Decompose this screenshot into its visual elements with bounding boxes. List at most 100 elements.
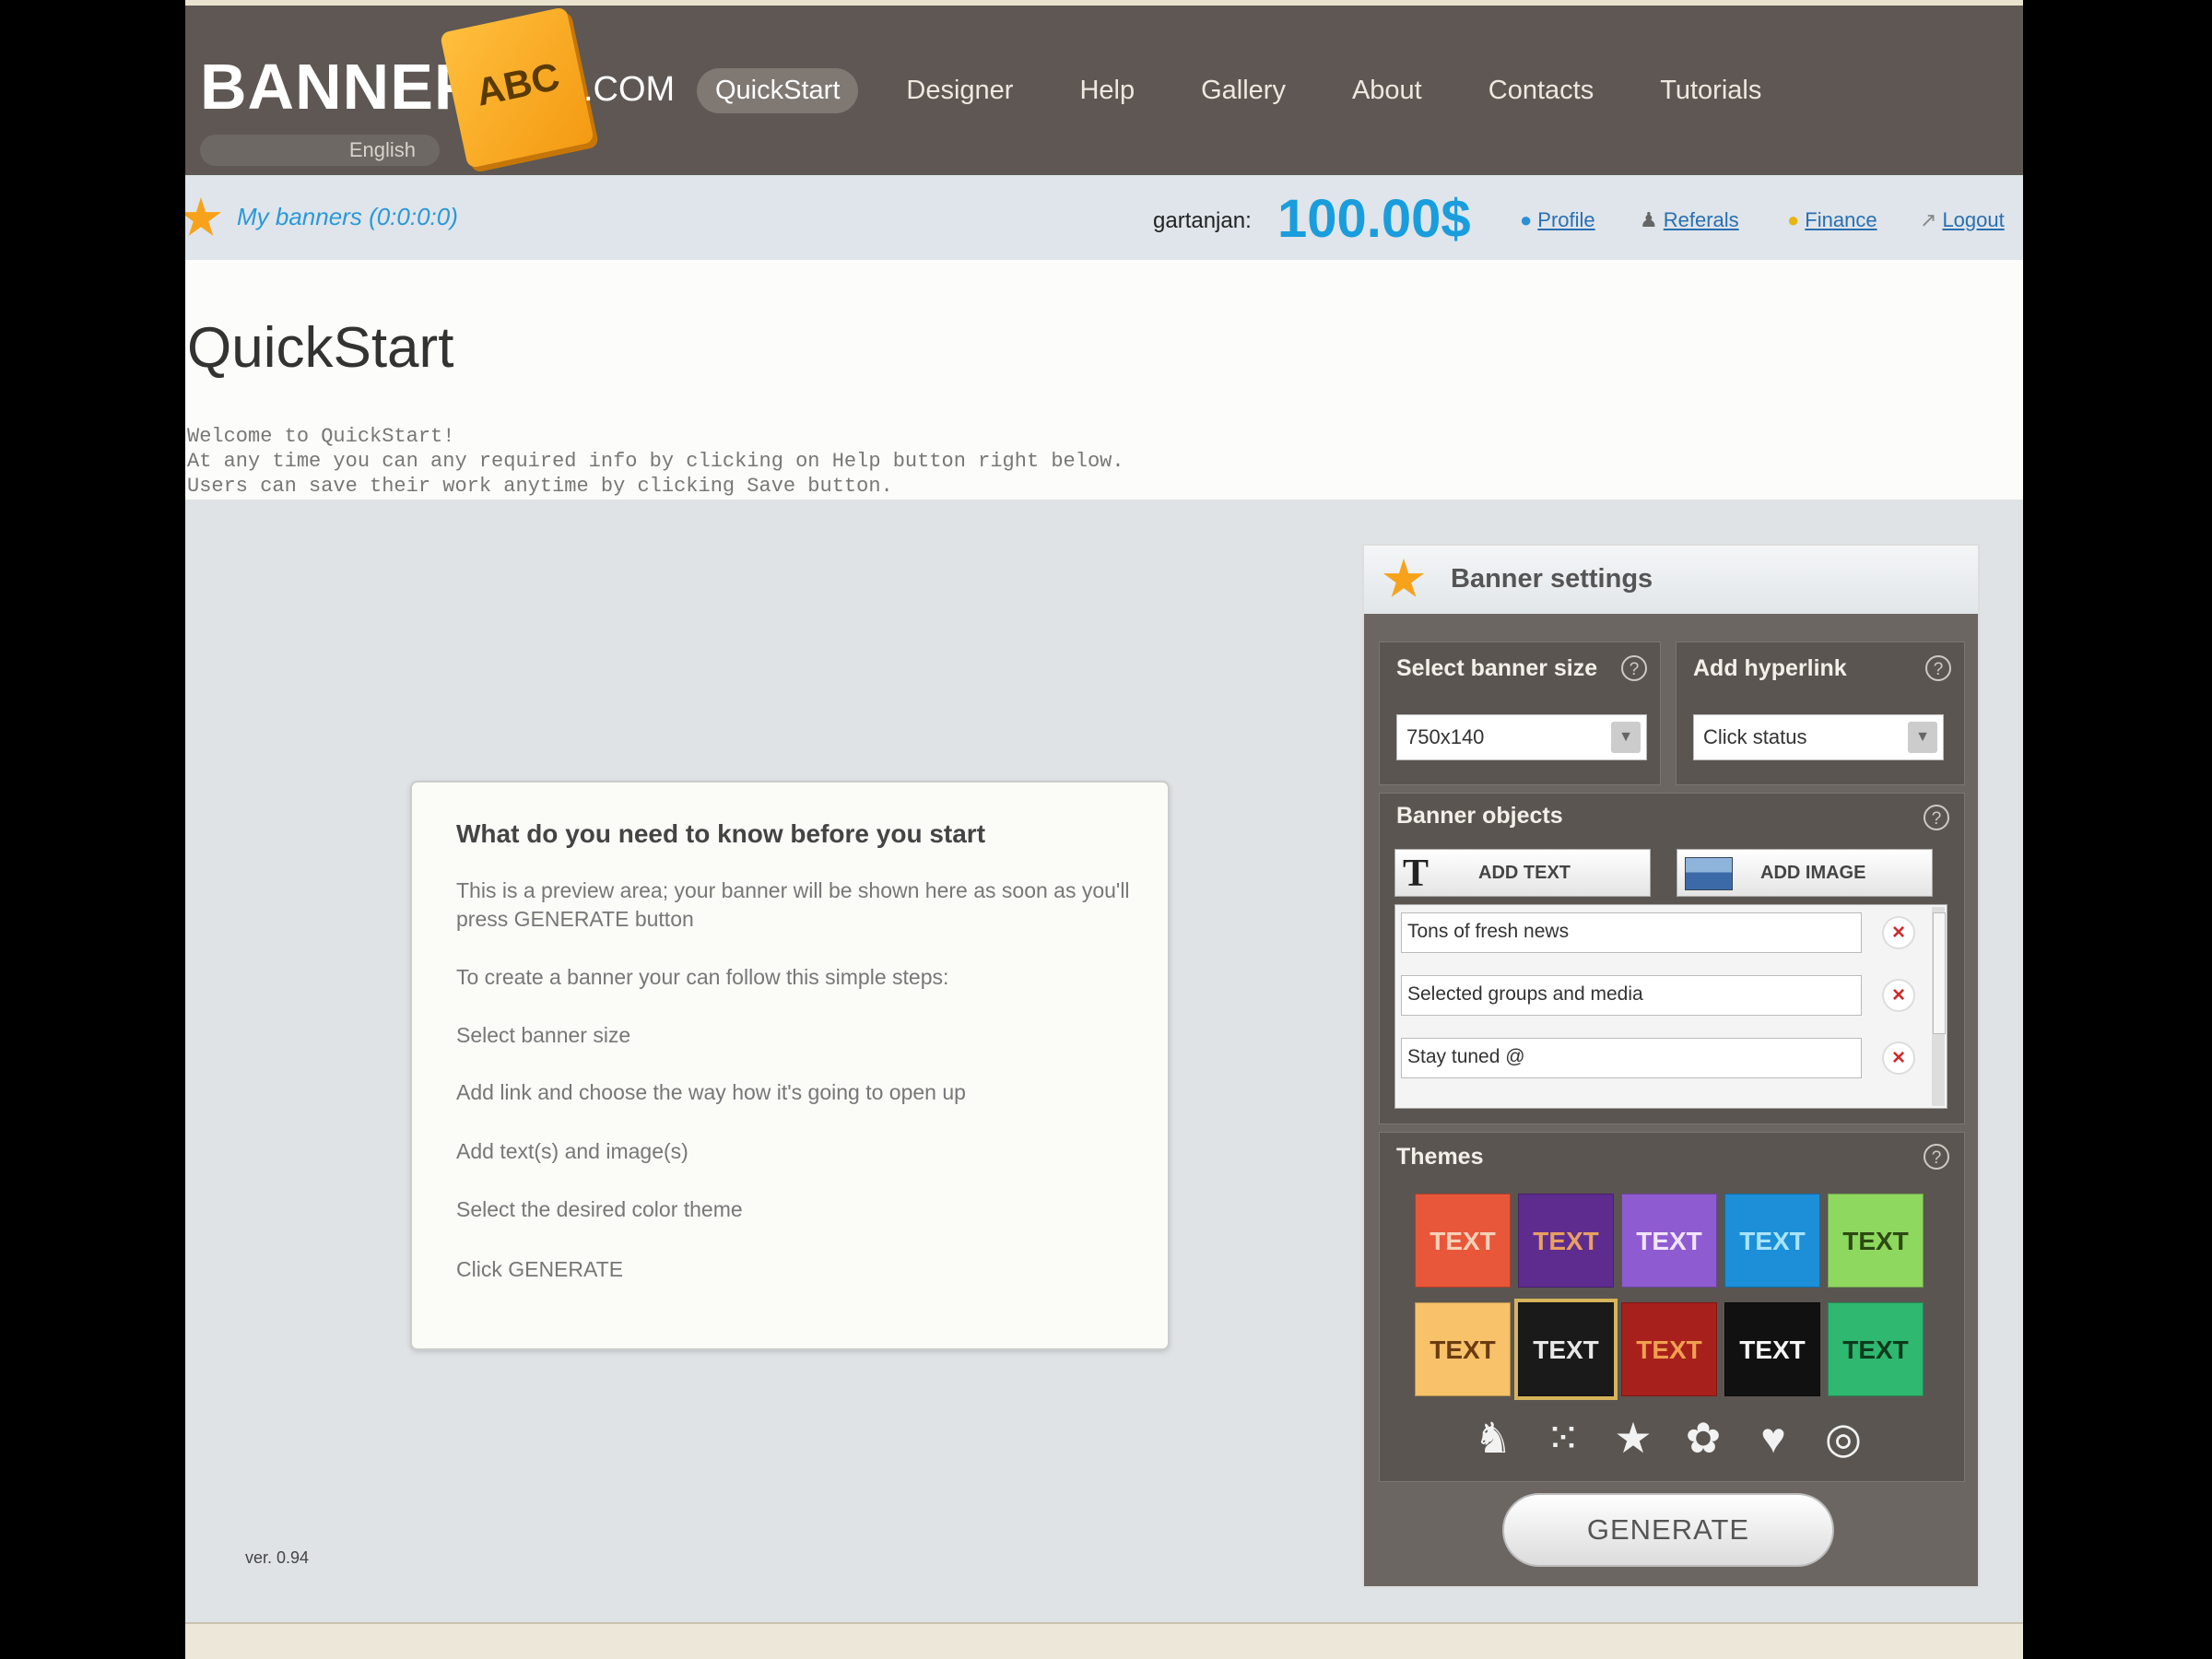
- chevron-down-icon[interactable]: ▼: [1908, 722, 1937, 753]
- theme-swatch[interactable]: TEXT: [1514, 1299, 1618, 1400]
- heart-icon[interactable]: ♥: [1747, 1412, 1799, 1464]
- info-heading: What do you need to know before you star…: [456, 819, 986, 848]
- theme-swatch[interactable]: TEXT: [1518, 1194, 1614, 1288]
- text-icon: T: [1403, 853, 1430, 895]
- figures-icon[interactable]: ♞: [1467, 1412, 1519, 1464]
- flower-icon[interactable]: ✿: [1677, 1412, 1729, 1464]
- banner-size-label: Select banner size: [1396, 655, 1598, 681]
- info-line: Click GENERATE: [456, 1257, 624, 1281]
- coin-icon: ●: [1787, 208, 1800, 231]
- star-icon: [185, 197, 222, 236]
- version-label: ver. 0.94: [245, 1548, 310, 1567]
- finance-link[interactable]: ● Finance: [1787, 208, 1877, 232]
- banner-settings-panel: Banner settings Select banner size ? 750…: [1362, 544, 1980, 1588]
- panel-title: Banner settings: [1451, 564, 1653, 594]
- info-line: To create a banner your can follow this …: [456, 965, 949, 989]
- object-text-input[interactable]: Stay tuned @: [1401, 1038, 1862, 1078]
- theme-swatch[interactable]: TEXT: [1828, 1302, 1924, 1396]
- finance-label: Finance: [1805, 208, 1877, 231]
- banner-objects-label: Banner objects: [1396, 803, 1563, 829]
- title-area: QuickStart Welcome to QuickStart! At any…: [185, 260, 2023, 500]
- image-icon: [1685, 857, 1733, 890]
- intro-line: At any time you can any required info by…: [187, 450, 1124, 473]
- preview-info-box: What do you need to know before you star…: [410, 781, 1170, 1350]
- intro-line: Welcome to QuickStart!: [187, 425, 455, 448]
- info-line: Select banner size: [456, 1023, 631, 1047]
- logout-icon: ↗: [1920, 208, 1937, 231]
- main-nav: QuickStart Designer Help Gallery About C…: [697, 68, 1809, 113]
- referals-link[interactable]: ♟ Referals: [1640, 208, 1739, 232]
- theme-swatch[interactable]: TEXT: [1415, 1302, 1511, 1396]
- profile-link[interactable]: ● Profile: [1520, 208, 1595, 232]
- delete-icon[interactable]: ×: [1882, 916, 1915, 949]
- page: BANNERS ABC .COM English QuickStart Desi…: [185, 0, 2023, 1659]
- info-line: Add text(s) and image(s): [456, 1139, 688, 1163]
- info-line: This is a preview area; your banner will…: [456, 878, 1130, 931]
- hyperlink-section: Add hyperlink ? Click status ▼: [1676, 641, 1965, 785]
- logo-badge-text: ABC: [472, 53, 564, 114]
- banner-size-select[interactable]: 750x140 ▼: [1396, 714, 1647, 760]
- delete-icon[interactable]: ×: [1882, 1041, 1915, 1075]
- add-image-label: ADD IMAGE: [1760, 863, 1866, 883]
- theme-swatch[interactable]: TEXT: [1828, 1194, 1924, 1288]
- profile-label: Profile: [1537, 208, 1595, 231]
- username: gartanjan:: [1153, 208, 1252, 233]
- panel-header: Banner settings: [1364, 546, 1978, 614]
- banner-size-section: Select banner size ? 750x140 ▼: [1379, 641, 1661, 785]
- nav-quickstart[interactable]: QuickStart: [697, 68, 859, 113]
- theme-swatch[interactable]: TEXT: [1724, 1302, 1820, 1396]
- nav-tutorials[interactable]: Tutorials: [1641, 68, 1780, 113]
- help-icon[interactable]: ?: [1924, 1144, 1949, 1170]
- scrollbar-thumb[interactable]: [1933, 912, 1946, 1034]
- circles-icon[interactable]: ◎: [1818, 1412, 1869, 1464]
- logout-label: Logout: [1942, 208, 2005, 231]
- help-icon[interactable]: ?: [1924, 805, 1949, 830]
- hyperlink-value: Click status: [1703, 725, 1807, 748]
- info-line: Select the desired color theme: [456, 1197, 743, 1221]
- banner-objects-section: Banner objects ? T ADD TEXT ADD IMAGE To…: [1379, 793, 1965, 1124]
- hyperlink-label: Add hyperlink: [1693, 655, 1847, 681]
- object-text-input[interactable]: Tons of fresh news: [1401, 912, 1862, 953]
- add-text-button[interactable]: T ADD TEXT: [1394, 849, 1651, 897]
- language-selector[interactable]: English: [200, 135, 440, 166]
- logo-suffix: .COM: [583, 70, 676, 109]
- logout-link[interactable]: ↗ Logout: [1920, 208, 2005, 232]
- top-navigation: BANNERS ABC .COM English QuickStart Desi…: [185, 0, 2023, 175]
- logo-badge[interactable]: ABC: [439, 6, 595, 169]
- hyperlink-select[interactable]: Click status ▼: [1693, 714, 1944, 760]
- add-text-label: ADD TEXT: [1478, 863, 1571, 883]
- objects-scrollbar[interactable]: [1932, 907, 1946, 1106]
- nav-help[interactable]: Help: [1061, 68, 1153, 113]
- referals-label: Referals: [1663, 208, 1739, 231]
- nav-designer[interactable]: Designer: [888, 68, 1031, 113]
- nav-about[interactable]: About: [1334, 68, 1441, 113]
- themes-label: Themes: [1396, 1144, 1484, 1170]
- nav-gallery[interactable]: Gallery: [1182, 68, 1304, 113]
- delete-icon[interactable]: ×: [1882, 979, 1915, 1012]
- intro-line: Users can save their work anytime by cli…: [187, 475, 893, 498]
- theme-swatch[interactable]: TEXT: [1724, 1194, 1820, 1288]
- footer-strip: [185, 1622, 2023, 1659]
- star-icon[interactable]: ★: [1607, 1412, 1659, 1464]
- objects-list: Tons of fresh news × Selected groups and…: [1394, 904, 1947, 1109]
- account-bar: My banners (0:0:0:0) gartanjan: 100.00$ …: [185, 175, 2023, 260]
- banner-size-value: 750x140: [1406, 725, 1485, 748]
- add-image-button[interactable]: ADD IMAGE: [1677, 849, 1933, 897]
- chevron-down-icon[interactable]: ▼: [1611, 722, 1641, 753]
- star-icon: [1382, 559, 1425, 597]
- page-title: QuickStart: [187, 316, 454, 380]
- balance: 100.00$: [1277, 189, 1471, 249]
- dots-icon[interactable]: ⁙: [1537, 1412, 1589, 1464]
- help-icon[interactable]: ?: [1621, 655, 1647, 681]
- info-icon: ●: [1520, 208, 1533, 231]
- help-icon[interactable]: ?: [1925, 655, 1951, 681]
- theme-swatch[interactable]: TEXT: [1621, 1302, 1717, 1396]
- generate-button[interactable]: GENERATE: [1502, 1493, 1834, 1567]
- theme-swatch[interactable]: TEXT: [1621, 1194, 1717, 1288]
- user-icon: ♟: [1640, 208, 1658, 231]
- theme-swatch[interactable]: TEXT: [1415, 1194, 1511, 1288]
- nav-contacts[interactable]: Contacts: [1470, 68, 1612, 113]
- my-banners-link[interactable]: My banners (0:0:0:0): [237, 203, 458, 231]
- info-line: Add link and choose the way how it's goi…: [456, 1080, 966, 1104]
- object-text-input[interactable]: Selected groups and media: [1401, 975, 1862, 1016]
